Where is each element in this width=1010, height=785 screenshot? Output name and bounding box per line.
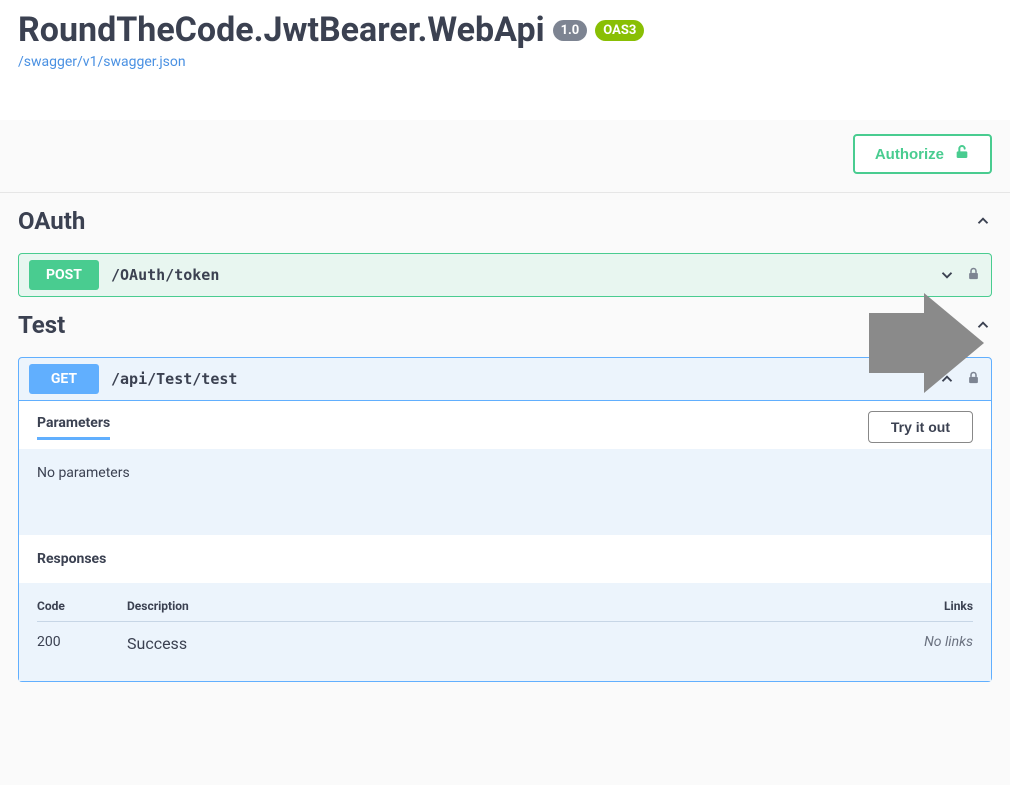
response-code: 200 xyxy=(37,634,127,653)
try-it-out-button[interactable]: Try it out xyxy=(868,411,973,443)
tag-name-oauth: OAuth xyxy=(18,207,85,235)
method-badge-post: POST xyxy=(29,260,99,290)
column-code: Code xyxy=(37,599,127,613)
opblock-body-test-get: Parameters Try it out No parameters Resp… xyxy=(19,400,991,681)
authorize-label: Authorize xyxy=(875,146,944,163)
tag-section-test: Test xyxy=(0,297,1010,347)
authorize-button[interactable]: Authorize xyxy=(853,134,992,174)
lock-open-icon xyxy=(954,144,970,164)
responses-table: Code Description Links 200 Success No li… xyxy=(19,583,991,681)
opblock-summary-test-get[interactable]: GET /api/Test/test xyxy=(19,358,991,400)
version-badge: 1.0 xyxy=(553,20,588,41)
toolbar: Authorize xyxy=(0,120,1010,193)
op-summary-right xyxy=(938,266,981,285)
oas-badge: OAS3 xyxy=(595,20,644,41)
chevron-up-icon xyxy=(974,316,992,334)
tag-name-test: Test xyxy=(18,311,65,339)
method-badge-get: GET xyxy=(29,364,99,394)
column-description: Description xyxy=(127,599,893,613)
spec-link[interactable]: /swagger/v1/swagger.json xyxy=(18,54,186,70)
page-header: RoundTheCode.JwtBearer.WebApi 1.0 OAS3 /… xyxy=(0,0,1010,120)
response-description: Success xyxy=(127,634,893,653)
lock-icon[interactable] xyxy=(966,266,981,285)
no-parameters-text: No parameters xyxy=(37,465,130,481)
response-links: No links xyxy=(893,634,973,653)
api-title-row: RoundTheCode.JwtBearer.WebApi 1.0 OAS3 xyxy=(18,10,992,50)
op-summary-right xyxy=(938,370,981,389)
chevron-down-icon xyxy=(938,266,956,284)
api-title: RoundTheCode.JwtBearer.WebApi xyxy=(18,10,545,50)
tag-section-oauth: OAuth xyxy=(0,193,1010,243)
tag-header-test[interactable]: Test xyxy=(18,311,992,339)
parameters-body: No parameters xyxy=(19,449,991,535)
opblock-test-get: GET /api/Test/test Parameters Try it out… xyxy=(18,357,992,682)
parameters-header-row: Parameters Try it out xyxy=(19,401,991,449)
responses-label: Responses xyxy=(19,535,991,583)
lock-icon[interactable] xyxy=(966,370,981,389)
op-path-oauth-token: /OAuth/token xyxy=(111,266,938,284)
tag-header-oauth[interactable]: OAuth xyxy=(18,207,992,235)
parameters-label: Parameters xyxy=(37,415,110,440)
responses-table-header: Code Description Links xyxy=(37,599,973,622)
op-path-test-get: /api/Test/test xyxy=(111,370,938,388)
opblock-oauth-token: POST /OAuth/token xyxy=(18,253,992,297)
table-row: 200 Success No links xyxy=(37,634,973,653)
chevron-up-icon xyxy=(974,212,992,230)
chevron-up-icon xyxy=(938,370,956,388)
column-links: Links xyxy=(893,599,973,613)
opblock-summary-oauth-token[interactable]: POST /OAuth/token xyxy=(19,254,991,296)
